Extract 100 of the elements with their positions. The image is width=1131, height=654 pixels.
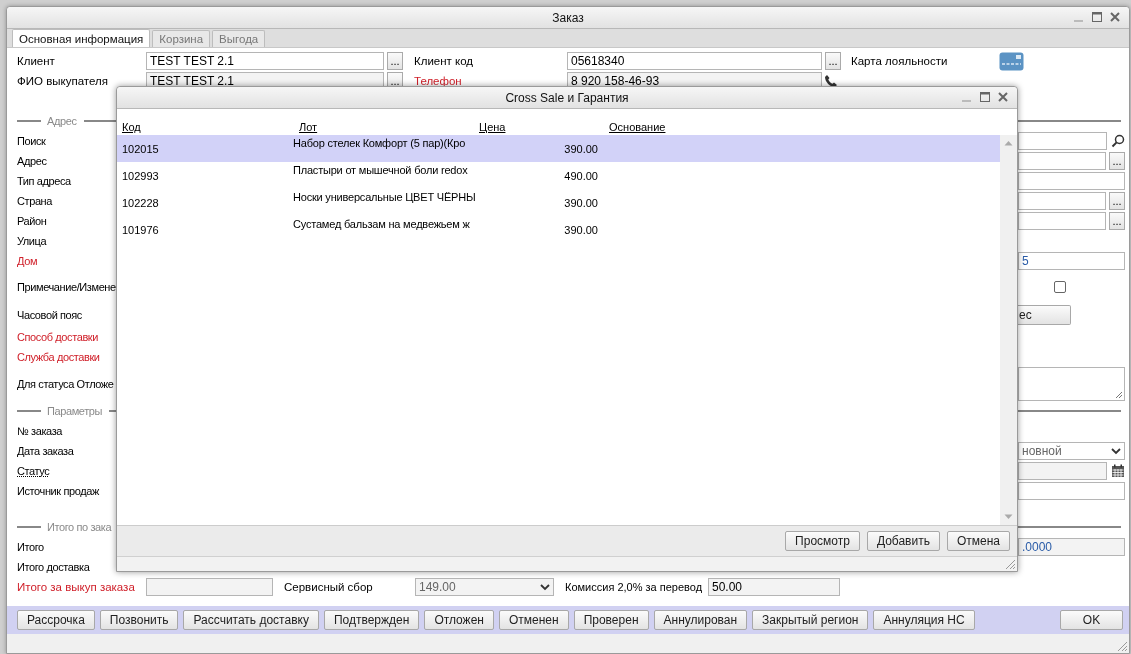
date-field[interactable] [1018,462,1107,480]
field-label: Район [17,215,47,227]
section-title: Адрес [47,115,77,127]
table-cell-text: Пластыри от мышечной боли redox [292,163,469,178]
maximize-icon[interactable] [979,91,991,103]
table-cell-text: 490.00 [563,169,598,182]
table-cell-text: Носки универсальные ЦВЕТ ЧЁРНЫ [292,190,477,205]
input-field[interactable] [146,578,273,596]
action-button[interactable]: Проверен [573,610,649,630]
text-area[interactable] [1018,367,1125,401]
field-label: Страна [17,195,52,207]
field-label: Комиссия 2,0% за перевод [565,581,704,593]
scroll-up-icon[interactable] [1004,140,1013,146]
field-label: Улица [17,235,47,247]
input-field[interactable] [1018,152,1106,170]
resize-grip-icon[interactable] [1117,641,1128,652]
tab[interactable]: Корзина [152,30,211,47]
input-field[interactable]: 05618340 [567,52,822,70]
picker-button[interactable]: ... [387,52,403,70]
card-icon[interactable] [999,51,1024,71]
column-header[interactable]: Код [117,121,288,133]
action-button[interactable]: Позвонить [99,610,179,630]
column-header[interactable]: Лот [288,121,470,133]
field-label: Адрес [17,155,47,167]
action-button[interactable]: Рассчитать доставку [183,610,319,630]
scrollbar[interactable] [1000,135,1017,525]
field-label: Способ доставки [17,331,98,343]
field-label: Телефон [414,75,463,87]
field-label: Часовой пояс [17,309,82,321]
picker-button[interactable]: ... [1109,192,1125,210]
section-title: Итого по зака [47,521,112,533]
ok-button[interactable]: OK [1060,610,1123,630]
field-label: Для статуса Отложе [17,378,114,390]
window-title: Заказ [552,10,584,25]
input-field[interactable] [1018,192,1106,210]
resize-grip-icon[interactable] [1005,559,1016,570]
input-field[interactable] [1018,172,1125,190]
field-label: № заказа [17,425,63,437]
checkbox[interactable] [1054,281,1066,293]
field-label: Итого доставка [17,561,90,573]
search-field[interactable] [1018,132,1107,150]
chevron-down-icon[interactable] [540,583,550,591]
input-field[interactable] [1018,212,1106,230]
action-button[interactable]: Подтвержден [323,610,420,630]
field-label: Дом [17,255,38,267]
table-cell-text: Сустамед бальзам на медвежьем ж [292,217,471,232]
close-icon[interactable] [1109,11,1121,23]
resize-grip-icon[interactable] [1115,391,1123,399]
field-label: Карта лояльности [851,55,949,67]
action-button[interactable]: Аннулирован [653,610,748,630]
maximize-icon[interactable] [1091,11,1103,23]
field-label: ФИО выкупателя [17,75,109,87]
dropdown[interactable]: 149.00 [415,578,554,596]
close-icon[interactable] [997,91,1009,103]
input-field[interactable]: TEST TEST 2.1 [146,52,384,70]
field-label: Поиск [17,135,46,147]
field-label: Итого за выкуп заказа [17,581,136,593]
field-label: Клиент [17,55,56,67]
calendar-icon[interactable] [1111,464,1125,478]
action-button[interactable]: Аннуляция НС [873,610,975,630]
action-button[interactable]: Отменен [498,610,569,630]
tab[interactable]: Выгода [212,30,266,47]
input-field[interactable] [1018,482,1125,500]
table-cell-text: 102993 [121,169,160,182]
column-header[interactable]: Цена [470,121,598,133]
dialog-button[interactable]: Отмена [946,531,1010,551]
input-field[interactable]: 50.00 [708,578,840,596]
dialog-button[interactable]: Добавить [866,531,940,551]
table-cell-text: Набор стелек Комфорт (5 пар)(Кро [292,136,467,151]
dialog-button[interactable]: Просмотр [785,531,860,551]
chevron-down-icon[interactable] [1111,447,1121,455]
picker-button[interactable]: ... [825,52,841,70]
action-button[interactable]: Отложен [424,610,494,630]
table-row[interactable]: 101976 Сустамед бальзам на медвежьем ж 390.00 [117,216,1000,243]
input-field[interactable]: .0000 [1018,538,1125,556]
table-row[interactable]: 102228 Носки универсальные ЦВЕТ ЧЁРНЫ 390.00 [117,189,1000,216]
dropdown[interactable]: новной [1018,442,1125,460]
table-row[interactable]: 102993 Пластыри от мышечной боли redox 490.00 [117,162,1000,189]
field-label: Клиент код [414,55,475,67]
picker-button[interactable]: ... [1109,152,1125,170]
section-title: Параметры [47,405,103,417]
tab[interactable]: Основная информация [12,29,151,47]
dialog-title: Cross Sale и Гарантия [505,90,629,105]
picker-button[interactable]: ... [1109,212,1125,230]
field-label: Сервисный сбор [284,581,374,593]
scroll-down-icon[interactable] [1004,514,1013,520]
column-header[interactable]: Основание [598,121,666,133]
search-icon[interactable] [1111,134,1125,148]
action-button[interactable]: Закрытый регион [752,610,869,630]
field-label: Источник продаж [17,485,99,497]
table-cell-text: 101976 [121,223,160,236]
input-field[interactable]: 5 [1018,252,1125,270]
table-row[interactable]: 102015 Набор стелек Комфорт (5 пар)(Кро 390.00 [117,135,1000,162]
field-label: Итого [17,541,44,553]
field-label: Тип адреса [17,175,71,187]
field-label: Примечание/Измене [17,281,116,293]
field-label: Дата заказа [17,445,74,457]
address-button[interactable]: ес [1018,305,1071,325]
field-label: Служба доставки [17,351,100,363]
action-button[interactable]: Рассрочка [17,610,95,630]
